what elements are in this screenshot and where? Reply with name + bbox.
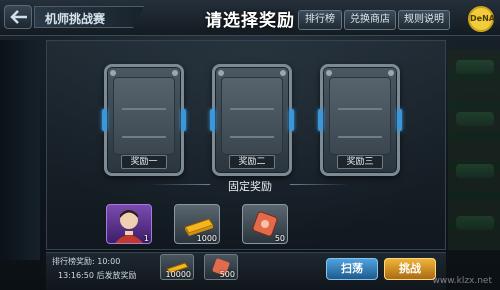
item-count: 1	[143, 234, 149, 243]
card-divider	[230, 108, 274, 110]
card-divider	[338, 108, 382, 110]
card-side-light	[397, 109, 402, 131]
card-side-light	[181, 109, 186, 131]
card-side-light	[289, 109, 294, 131]
item-count: 1000	[196, 234, 217, 243]
bolt-icon	[280, 70, 286, 76]
tank-icon	[456, 216, 494, 230]
tank-icon	[456, 112, 494, 126]
card-divider	[122, 108, 166, 110]
card-divider	[338, 136, 382, 138]
leaderboard-button[interactable]: 排行榜	[298, 10, 342, 30]
rank-gold-item[interactable]: 10000	[160, 254, 194, 280]
right-decor	[448, 50, 500, 250]
card-divider	[230, 136, 274, 138]
card-face	[329, 77, 391, 155]
reward-timer: 13:16:50 后发放奖励	[58, 271, 137, 280]
tank-icon	[456, 60, 494, 74]
tank-icon	[456, 164, 494, 178]
rank-reward-label: 排行榜奖励: 10:00	[52, 257, 121, 266]
fixed-reward-title: 固定奖励	[228, 180, 272, 193]
reward-card-1[interactable]: 奖励一	[102, 64, 186, 176]
card-label: 奖励二	[229, 155, 275, 169]
rules-button[interactable]: 规则说明	[398, 10, 450, 30]
reward-card-3[interactable]: 奖励三	[318, 64, 402, 176]
bolt-icon	[326, 70, 332, 76]
item-count: 10000	[165, 270, 191, 279]
top-bar: 机师挑战赛 请选择奖励 排行榜 兑换商店 规则说明 DeNA	[0, 0, 500, 36]
dena-logo: DeNA	[468, 6, 495, 32]
bolt-icon	[218, 70, 224, 76]
fight-button[interactable]: 挑战	[384, 258, 436, 280]
card-label: 奖励三	[337, 155, 383, 169]
item-count: 50	[274, 234, 285, 243]
card-side-light	[102, 109, 107, 131]
left-decor	[0, 40, 40, 260]
sweep-button[interactable]: 扫荡	[326, 258, 378, 280]
bolt-icon	[388, 70, 394, 76]
card-divider	[122, 136, 166, 138]
card-face	[113, 77, 175, 155]
card-face	[221, 77, 283, 155]
item-count: 500	[219, 270, 235, 279]
exchange-shop-button[interactable]: 兑换商店	[344, 10, 396, 30]
rank-ticket-item[interactable]: 500	[204, 254, 238, 280]
watermark: www.klzx.net	[432, 276, 492, 286]
divider-right	[290, 184, 350, 185]
bolt-icon	[110, 70, 116, 76]
card-side-light	[210, 109, 215, 131]
card-label: 奖励一	[121, 155, 167, 169]
gold-reward-item[interactable]: 1000	[174, 204, 220, 244]
ticket-reward-item[interactable]: 50	[242, 204, 288, 244]
reward-card-2[interactable]: 奖励二	[210, 64, 294, 176]
bolt-icon	[172, 70, 178, 76]
card-side-light	[318, 109, 323, 131]
pilot-reward-item[interactable]: 1	[106, 204, 152, 244]
